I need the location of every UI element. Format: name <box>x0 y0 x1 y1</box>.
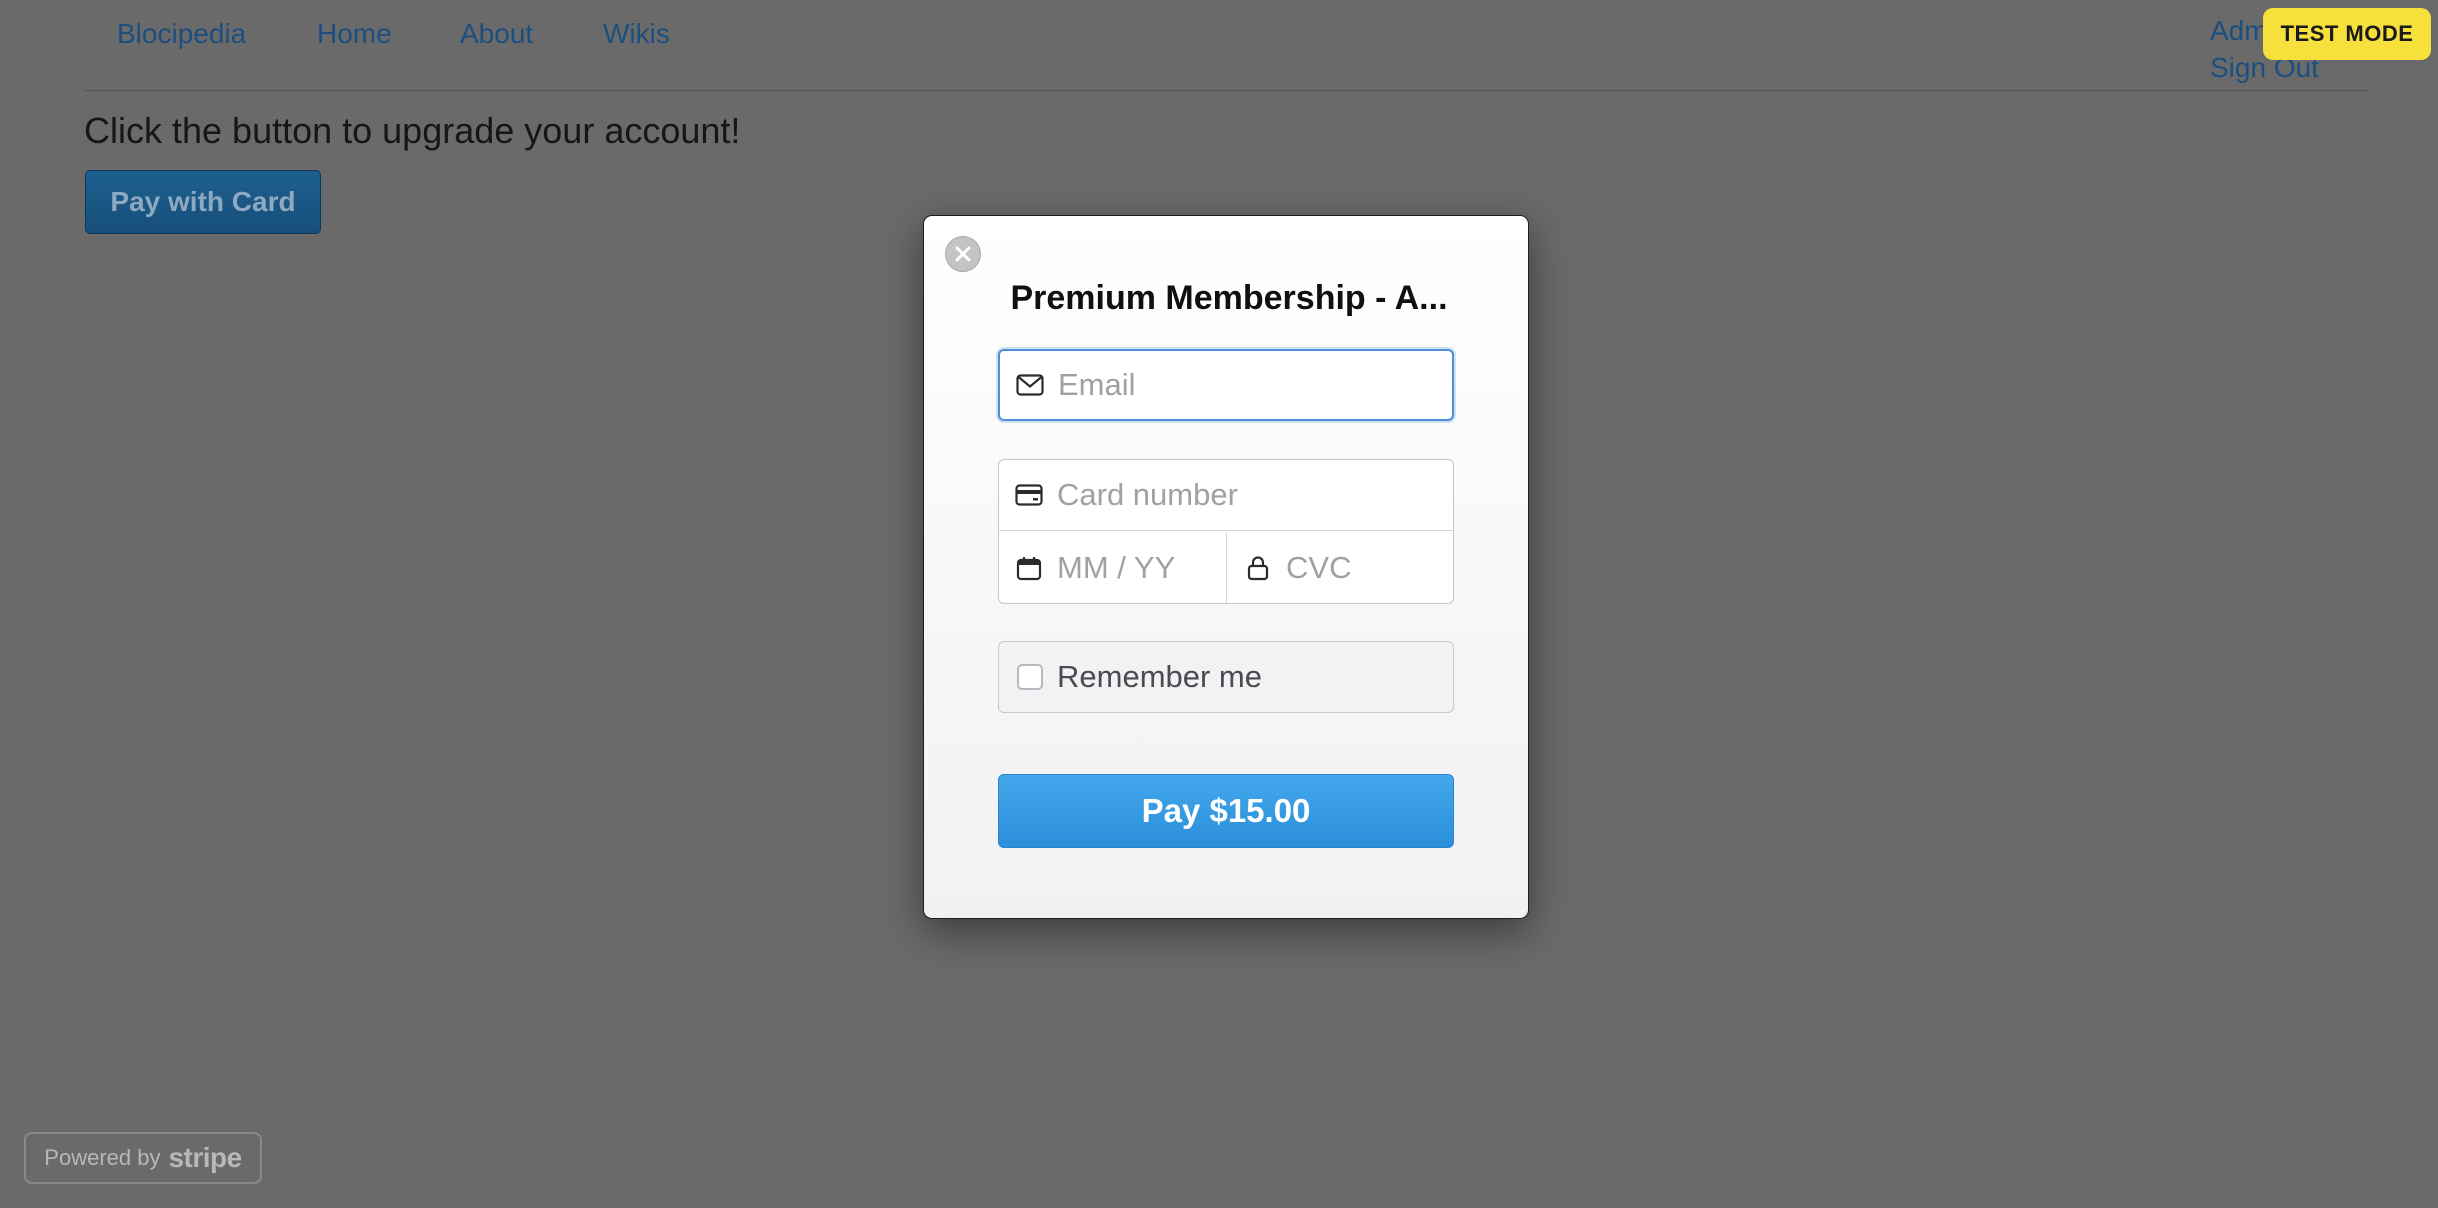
card-number-field[interactable]: Card number <box>999 460 1453 531</box>
close-icon <box>955 246 971 262</box>
credit-card-icon <box>1015 481 1043 509</box>
checkout-modal: Premium Membership - A... Email Card num… <box>923 215 1529 919</box>
pay-button[interactable]: Pay $15.00 <box>998 774 1454 848</box>
expiry-field[interactable]: MM / YY <box>999 532 1227 603</box>
nav-link-wikis[interactable]: Wikis <box>603 16 670 52</box>
stripe-logo: stripe <box>168 1142 242 1173</box>
cvc-placeholder: CVC <box>1286 549 1352 585</box>
remember-me-checkbox[interactable] <box>1017 664 1043 690</box>
email-placeholder: Email <box>1058 367 1136 402</box>
card-number-placeholder: Card number <box>1057 477 1238 512</box>
powered-by-stripe-badge[interactable]: Powered by stripe <box>24 1132 262 1184</box>
email-icon <box>1016 371 1044 399</box>
top-navigation: Blocipedia Home About Wikis Admin Sign O… <box>0 0 2438 92</box>
remember-me-label: Remember me <box>1057 659 1262 694</box>
lock-icon <box>1244 554 1272 582</box>
remember-me-row[interactable]: Remember me <box>998 641 1454 713</box>
page-headline: Click the button to upgrade your account… <box>84 110 741 151</box>
email-field[interactable]: Email <box>998 349 1454 421</box>
calendar-icon <box>1015 554 1043 582</box>
nav-link-home[interactable]: Home <box>317 16 392 52</box>
test-mode-badge: TEST MODE <box>2263 8 2431 60</box>
card-details-group: Card number MM / YY CVC <box>998 459 1454 604</box>
checkout-title: Premium Membership - A... <box>1010 279 1448 317</box>
cvc-field[interactable]: CVC <box>1228 532 1453 603</box>
powered-by-text: Powered by <box>44 1145 161 1170</box>
pay-with-card-button[interactable]: Pay with Card <box>85 170 321 234</box>
brand-link[interactable]: Blocipedia <box>117 16 246 52</box>
close-button[interactable] <box>945 236 981 272</box>
expiry-placeholder: MM / YY <box>1057 549 1176 585</box>
nav-divider <box>84 90 2370 91</box>
nav-link-about[interactable]: About <box>460 16 533 52</box>
